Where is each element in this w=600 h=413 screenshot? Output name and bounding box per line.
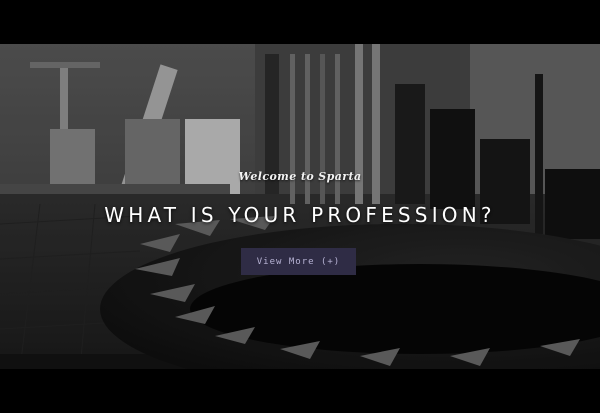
letterbox-top [0, 0, 600, 44]
hero-tagline: Welcome to Sparta [238, 170, 362, 183]
hero-headline: WHAT IS YOUR PROFESSION? [104, 203, 496, 227]
hero-section: Welcome to Sparta WHAT IS YOUR PROFESSIO… [0, 44, 600, 369]
view-more-button[interactable]: View More (+) [241, 248, 356, 275]
letterbox-bottom [0, 369, 600, 413]
